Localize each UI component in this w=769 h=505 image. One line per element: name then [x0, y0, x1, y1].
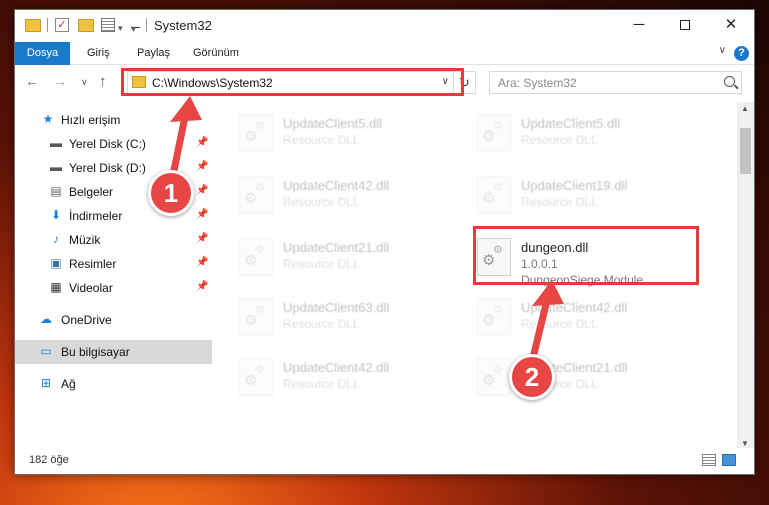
step-2-badge: 2: [509, 354, 555, 400]
callout-arrows: [168, 96, 564, 366]
step-1-badge: 1: [148, 170, 194, 216]
arrow-1: [168, 96, 202, 184]
arrow-2: [528, 280, 564, 366]
